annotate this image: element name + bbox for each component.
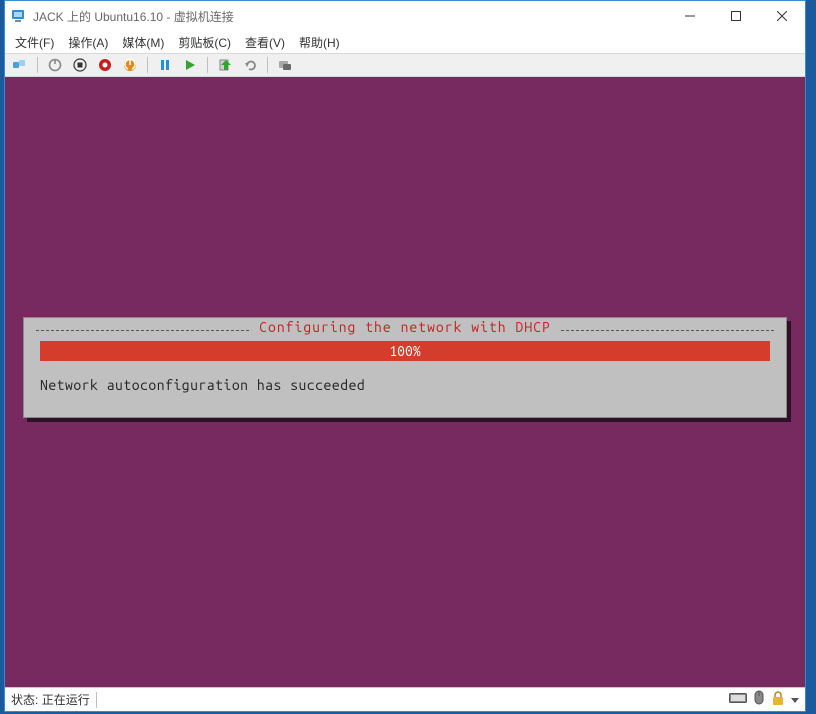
shutdown-button[interactable] bbox=[44, 55, 66, 75]
minimize-button[interactable] bbox=[667, 1, 713, 31]
start-button[interactable] bbox=[179, 55, 201, 75]
maximize-button[interactable] bbox=[713, 1, 759, 31]
menu-view[interactable]: 查看(V) bbox=[245, 34, 285, 51]
app-icon bbox=[11, 8, 27, 24]
dialog-title-row: Configuring the network with DHCP bbox=[36, 330, 774, 331]
titlebar[interactable]: JACK 上的 Ubuntu16.10 - 虚拟机连接 bbox=[5, 1, 805, 31]
pause-button[interactable] bbox=[154, 55, 176, 75]
checkpoint-button[interactable] bbox=[214, 55, 236, 75]
progress-label: 100% bbox=[389, 343, 420, 359]
lock-icon bbox=[771, 690, 785, 709]
chevron-down-icon[interactable] bbox=[791, 693, 799, 707]
window-title: JACK 上的 Ubuntu16.10 - 虚拟机连接 bbox=[33, 8, 667, 25]
toolbar bbox=[5, 53, 805, 77]
menu-media[interactable]: 媒体(M) bbox=[122, 34, 164, 51]
progress-bar: 100% bbox=[40, 341, 770, 361]
menu-help[interactable]: 帮助(H) bbox=[299, 34, 340, 51]
share-button[interactable] bbox=[274, 55, 296, 75]
power-button[interactable] bbox=[119, 55, 141, 75]
ctrl-alt-del-button[interactable] bbox=[9, 55, 31, 75]
menu-action[interactable]: 操作(A) bbox=[68, 34, 108, 51]
menubar: 文件(F) 操作(A) 媒体(M) 剪贴板(C) 查看(V) 帮助(H) bbox=[5, 31, 805, 53]
turn-off-button[interactable] bbox=[94, 55, 116, 75]
vm-connection-window: JACK 上的 Ubuntu16.10 - 虚拟机连接 文件(F) 操作(A) … bbox=[4, 0, 806, 712]
keyboard-icon bbox=[729, 691, 747, 708]
menu-clipboard[interactable]: 剪贴板(C) bbox=[178, 34, 231, 51]
status-value: 正在运行 bbox=[42, 691, 90, 708]
vm-display[interactable]: Configuring the network with DHCP 100% N… bbox=[5, 77, 805, 687]
revert-button[interactable] bbox=[239, 55, 261, 75]
close-button[interactable] bbox=[759, 1, 805, 31]
dialog-title: Configuring the network with DHCP bbox=[251, 319, 559, 335]
dialog-message: Network autoconfiguration has succeeded bbox=[36, 371, 774, 405]
mouse-icon bbox=[753, 690, 765, 709]
menu-file[interactable]: 文件(F) bbox=[15, 34, 54, 51]
status-label: 状态: bbox=[11, 691, 38, 708]
installer-dialog: Configuring the network with DHCP 100% N… bbox=[23, 317, 787, 418]
statusbar: 状态: 正在运行 bbox=[5, 687, 805, 711]
stop-button[interactable] bbox=[69, 55, 91, 75]
